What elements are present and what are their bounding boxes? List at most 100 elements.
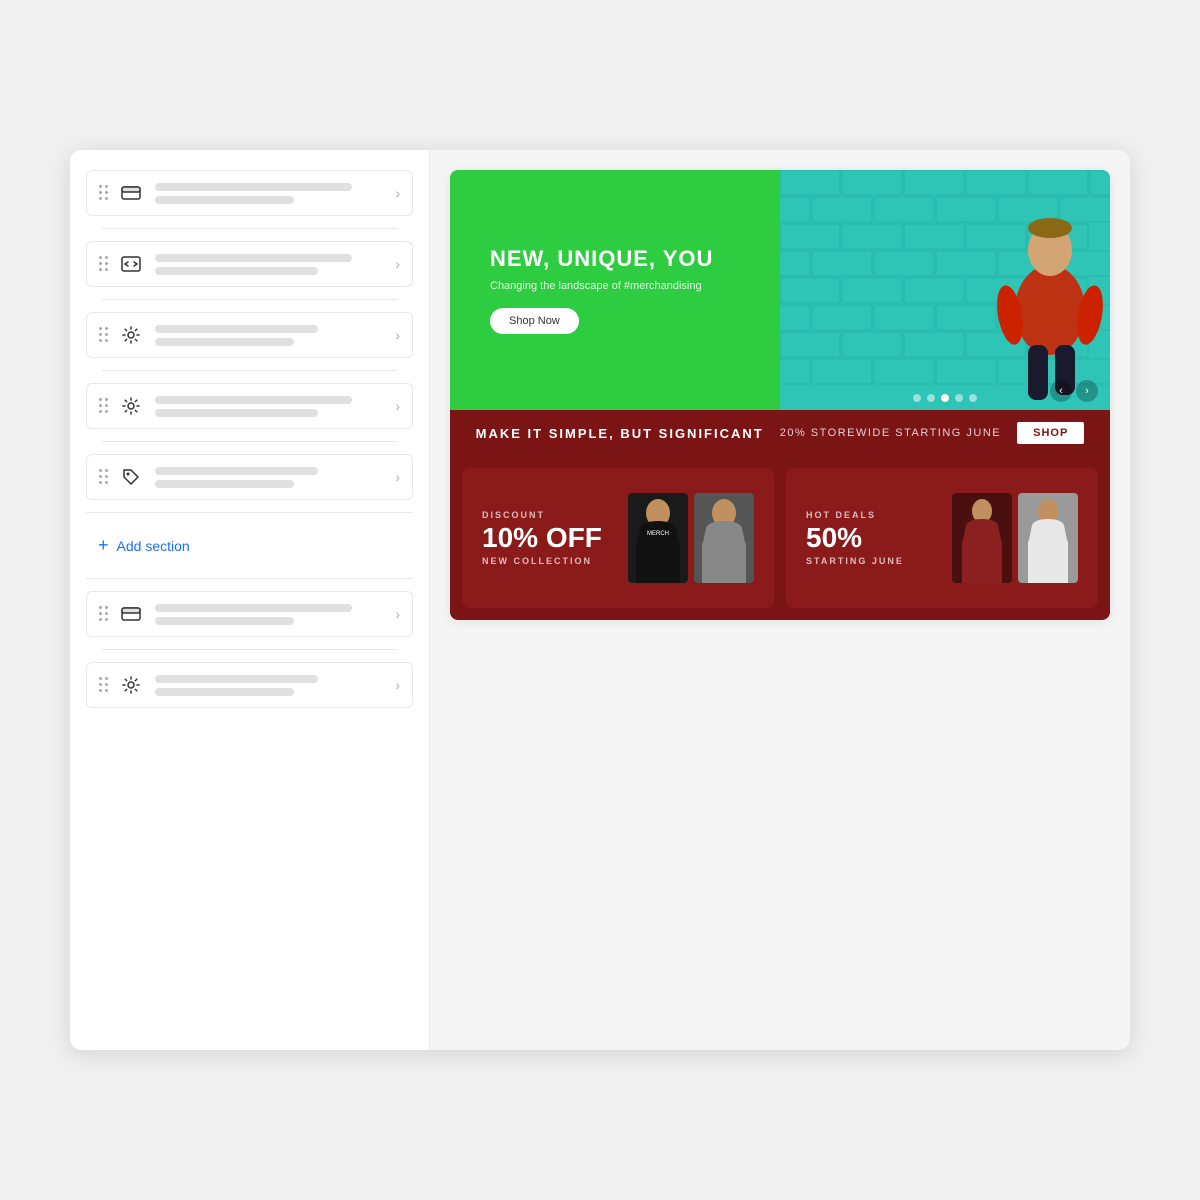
image-banner-icon-2 — [119, 602, 143, 626]
item-line-5a — [155, 467, 318, 475]
code-icon — [119, 252, 143, 276]
promo-images-2 — [952, 493, 1078, 583]
sidebar-item-7[interactable]: › — [86, 662, 413, 708]
gear-icon — [119, 323, 143, 347]
item-line-4a — [155, 396, 352, 404]
promo-section: DISCOUNT 10% OFF NEW COLLECTION — [450, 456, 1110, 620]
item-line-5b — [155, 480, 294, 488]
sidebar-item-3[interactable]: › — [86, 312, 413, 358]
nav-dot-2[interactable] — [927, 394, 935, 402]
svg-text:MERCH: MERCH — [647, 531, 669, 537]
app-window: › › — [70, 150, 1130, 1050]
item-line-6b — [155, 617, 294, 625]
hero-subtitle: Changing the landscape of #merchandising — [490, 280, 740, 292]
sidebar: › › — [70, 150, 430, 1050]
promo-text-1: DISCOUNT 10% OFF NEW COLLECTION — [482, 510, 612, 566]
gear-icon-2 — [119, 394, 143, 418]
drag-handle-5[interactable] — [99, 469, 109, 485]
item-line-6a — [155, 604, 352, 612]
hero-cta-button[interactable]: Shop Now — [490, 308, 579, 334]
chevron-right-icon-3: › — [395, 327, 400, 343]
promo-text-2: HOT DEALS 50% STARTING JUNE — [806, 510, 936, 566]
sidebar-sections-below: › › — [70, 591, 429, 708]
divider-2 — [102, 299, 397, 300]
promo-label-1: DISCOUNT — [482, 510, 612, 520]
item-line-4b — [155, 409, 318, 417]
tag-icon — [119, 465, 143, 489]
sidebar-item-6[interactable]: › — [86, 591, 413, 637]
nav-dot-1[interactable] — [913, 394, 921, 402]
drag-handle-7[interactable] — [99, 677, 109, 693]
divider-4 — [102, 441, 397, 442]
nav-dot-5[interactable] — [969, 394, 977, 402]
nav-dot-3[interactable] — [941, 394, 949, 402]
drag-handle-4[interactable] — [99, 398, 109, 414]
announcement-sub-text: 20% storewide starting June — [780, 427, 1001, 439]
divider-5 — [86, 578, 413, 579]
promo-collection-2: STARTING JUNE — [806, 556, 936, 566]
promo-images-1: MERCH — [628, 493, 754, 583]
promo-label-2: HOT DEALS — [806, 510, 936, 520]
promo-discount-2: 50% — [806, 524, 936, 552]
plus-icon: + — [98, 535, 109, 556]
announcement-bar: MAKE IT SIMPLE, BUT SIGNIFICANT 20% stor… — [450, 410, 1110, 456]
item-lines-4 — [155, 396, 387, 417]
item-line-3a — [155, 325, 318, 333]
promo-img-2b — [1018, 493, 1078, 583]
drag-handle-1[interactable] — [99, 185, 109, 201]
promo-img-2a — [952, 493, 1012, 583]
hero-tagline: NEW, UNIQUE, YOU — [490, 246, 740, 272]
gear-icon-3 — [119, 673, 143, 697]
promo-card-2[interactable]: HOT DEALS 50% STARTING JUNE — [786, 468, 1098, 608]
chevron-right-icon-4: › — [395, 398, 400, 414]
item-line-3b — [155, 338, 294, 346]
divider-6 — [102, 649, 397, 650]
item-lines-1 — [155, 183, 387, 204]
hero-arrows: ‹ › — [1050, 380, 1098, 402]
promo-collection-1: NEW COLLECTION — [482, 556, 612, 566]
preview-area: NEW, UNIQUE, YOU Changing the landscape … — [430, 150, 1130, 1050]
chevron-right-icon-5: › — [395, 469, 400, 485]
item-line-7a — [155, 675, 318, 683]
add-section-label: Add section — [117, 538, 190, 554]
promo-card-1[interactable]: DISCOUNT 10% OFF NEW COLLECTION — [462, 468, 774, 608]
chevron-right-icon-2: › — [395, 256, 400, 272]
item-line-7b — [155, 688, 294, 696]
sidebar-item-5[interactable]: › — [86, 454, 413, 500]
drag-handle-2[interactable] — [99, 256, 109, 272]
announcement-text: MAKE IT SIMPLE, BUT SIGNIFICANT — [476, 426, 764, 441]
nav-dot-4[interactable] — [955, 394, 963, 402]
item-lines-3 — [155, 325, 387, 346]
promo-discount-1: 10% OFF — [482, 524, 612, 552]
item-line-1b — [155, 196, 294, 204]
sidebar-sections-above: › › — [70, 170, 429, 500]
sidebar-item-4[interactable]: › — [86, 383, 413, 429]
hero-left-panel: NEW, UNIQUE, YOU Changing the landscape … — [450, 170, 780, 410]
item-lines-2 — [155, 254, 387, 275]
sidebar-item-2[interactable]: › — [86, 241, 413, 287]
divider-3 — [102, 370, 397, 371]
drag-handle-3[interactable] — [99, 327, 109, 343]
next-arrow[interactable]: › — [1076, 380, 1098, 402]
item-line-2a — [155, 254, 352, 262]
hero-banner: NEW, UNIQUE, YOU Changing the landscape … — [450, 170, 1110, 410]
add-section-button[interactable]: + Add section — [86, 525, 413, 566]
sidebar-item-1[interactable]: › — [86, 170, 413, 216]
brick-wall-svg — [780, 170, 1110, 410]
main-divider — [86, 512, 413, 513]
drag-handle-6[interactable] — [99, 606, 109, 622]
chevron-right-icon-6: › — [395, 606, 400, 622]
announcement-shop-button[interactable]: SHOP — [1017, 422, 1084, 444]
promo-img-1a: MERCH — [628, 493, 688, 583]
chevron-right-icon-7: › — [395, 677, 400, 693]
prev-arrow[interactable]: ‹ — [1050, 380, 1072, 402]
item-lines-5 — [155, 467, 387, 488]
hero-nav-dots — [913, 394, 977, 402]
image-banner-icon — [119, 181, 143, 205]
chevron-right-icon-1: › — [395, 185, 400, 201]
item-lines-7 — [155, 675, 387, 696]
preview-frame: NEW, UNIQUE, YOU Changing the landscape … — [450, 170, 1110, 620]
divider-1 — [102, 228, 397, 229]
item-line-1a — [155, 183, 352, 191]
promo-img-1b — [694, 493, 754, 583]
